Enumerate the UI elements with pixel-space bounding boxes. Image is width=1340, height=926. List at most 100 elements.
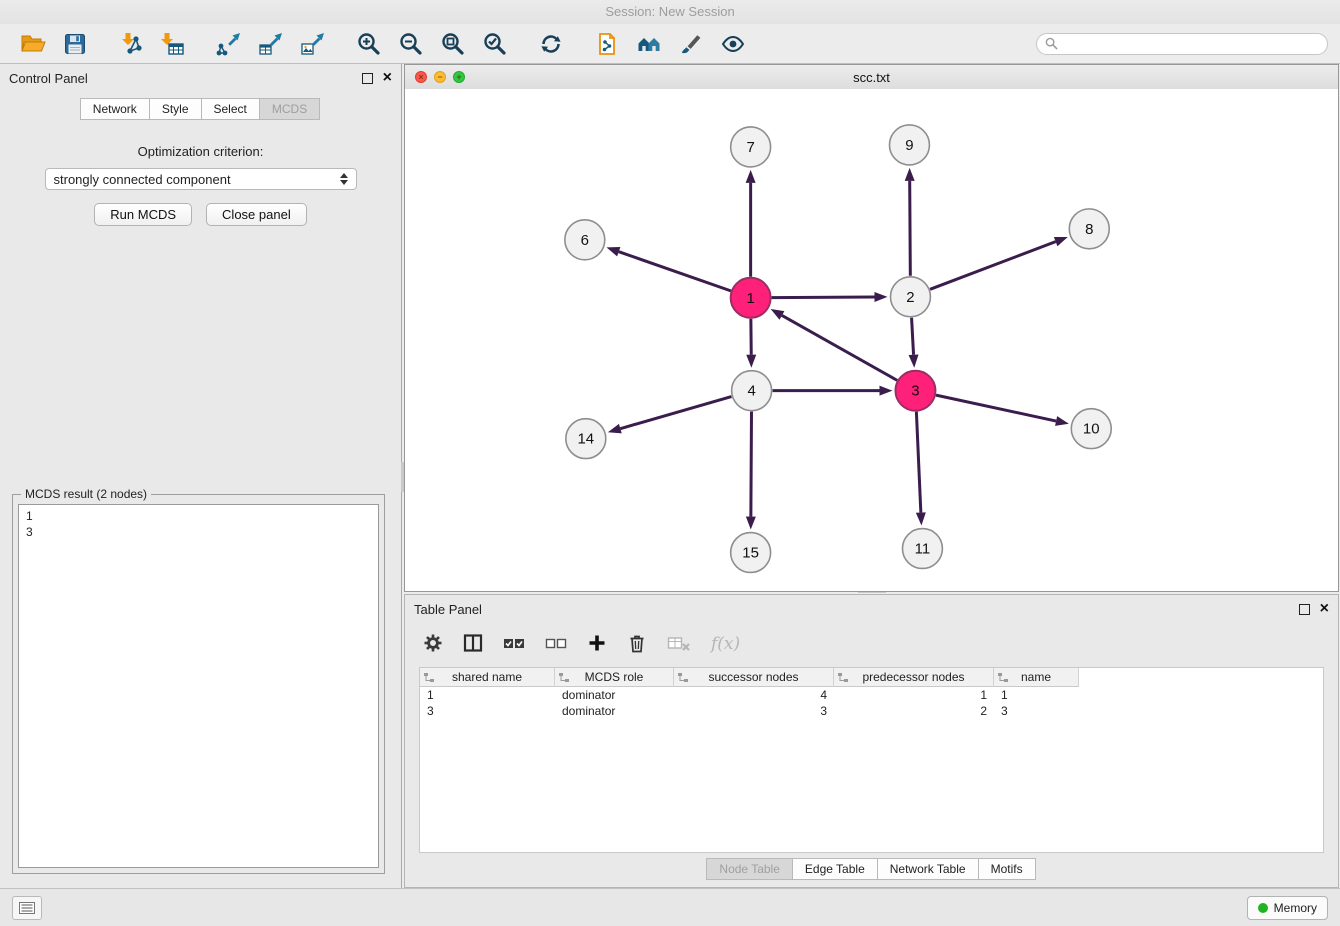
column-header-mcds-role[interactable]: MCDS role: [555, 668, 674, 687]
graph-node-15[interactable]: 15: [731, 533, 771, 573]
svg-text:9: 9: [905, 137, 913, 154]
column-header-predecessor-nodes[interactable]: predecessor nodes: [834, 668, 994, 687]
paint-brush-icon: [678, 31, 704, 57]
graph-node-8[interactable]: 8: [1069, 209, 1109, 249]
tab-edge-table[interactable]: Edge Table: [792, 858, 878, 880]
svg-text:10: 10: [1083, 421, 1100, 438]
table-row[interactable]: 3 dominator 3 2 3: [420, 703, 1323, 719]
zoom-out-icon: [398, 31, 424, 57]
graph-edge-2-9[interactable]: [910, 181, 911, 276]
graph-edge-1-6[interactable]: [619, 252, 731, 291]
graph-edge-1-2[interactable]: [772, 297, 875, 298]
control-panel-tabs: Network Style Select MCDS: [0, 98, 401, 120]
network-window-title: scc.txt: [853, 70, 890, 85]
show-all-button[interactable]: [628, 27, 670, 61]
export-table-button[interactable]: [250, 27, 292, 61]
graph-edge-2-3[interactable]: [912, 318, 914, 355]
network-canvas[interactable]: 1 2 3 4 6 7 8 9 10 11 14 15: [405, 89, 1338, 591]
svg-text:11: 11: [915, 541, 931, 558]
window-close-icon[interactable]: ×: [415, 71, 427, 83]
table-settings-button[interactable]: [423, 633, 443, 656]
float-panel-icon[interactable]: [362, 73, 373, 84]
save-floppy-icon: [62, 31, 88, 57]
task-history-button[interactable]: [12, 896, 42, 920]
export-network-button[interactable]: [208, 27, 250, 61]
column-header-successor-nodes[interactable]: successor nodes: [674, 668, 834, 687]
column-header-shared-name[interactable]: shared name: [420, 668, 555, 687]
apply-layout-button[interactable]: [530, 27, 572, 61]
column-type-icon: [423, 672, 435, 683]
select-all-button[interactable]: [503, 633, 525, 656]
criterion-select[interactable]: strongly connected component: [45, 168, 357, 190]
graph-edge-arrowhead: [874, 292, 887, 302]
import-table-button[interactable]: [152, 27, 194, 61]
zoom-in-button[interactable]: [348, 27, 390, 61]
graph-node-11[interactable]: 11: [902, 529, 942, 569]
show-columns-button[interactable]: [463, 633, 483, 656]
clear-selection-button[interactable]: [545, 633, 567, 656]
graph-node-6[interactable]: 6: [565, 220, 605, 260]
graph-edge-arrowhead: [916, 512, 926, 525]
tab-network-table[interactable]: Network Table: [877, 858, 979, 880]
close-panel-button[interactable]: Close panel: [206, 203, 307, 226]
close-table-panel-icon[interactable]: ×: [1320, 603, 1329, 615]
memory-button[interactable]: Memory: [1247, 896, 1328, 920]
graph-node-4[interactable]: 4: [732, 371, 772, 411]
network-graph: 1 2 3 4 6 7 8 9 10 11 14 15: [405, 89, 1338, 591]
add-column-button[interactable]: [587, 633, 607, 656]
tab-select[interactable]: Select: [201, 98, 260, 120]
memory-label: Memory: [1274, 901, 1317, 915]
zoom-out-button[interactable]: [390, 27, 432, 61]
graph-edge-3-10[interactable]: [936, 395, 1056, 421]
run-mcds-button[interactable]: Run MCDS: [94, 203, 192, 226]
show-hide-button[interactable]: [712, 27, 754, 61]
import-network-button[interactable]: [110, 27, 152, 61]
graph-node-2[interactable]: 2: [890, 277, 930, 317]
optimization-criterion-label: Optimization criterion:: [0, 144, 401, 159]
tab-style[interactable]: Style: [149, 98, 202, 120]
refresh-arrows-icon: [538, 31, 564, 57]
graph-node-14[interactable]: 14: [566, 419, 606, 459]
graph-edge-3-1[interactable]: [782, 315, 897, 380]
close-panel-icon[interactable]: ×: [383, 72, 392, 84]
graph-edge-4-14[interactable]: [620, 397, 731, 429]
zoom-selected-button[interactable]: [474, 27, 516, 61]
column-type-icon: [837, 672, 849, 683]
search-input[interactable]: [1058, 36, 1319, 52]
graph-edge-arrowhead: [606, 247, 620, 256]
eye-icon: [720, 31, 746, 57]
float-table-panel-icon[interactable]: [1299, 604, 1310, 615]
column-header-name[interactable]: name: [994, 668, 1079, 687]
tab-mcds[interactable]: MCDS: [259, 98, 320, 120]
graph-edge-2-8[interactable]: [930, 242, 1056, 290]
control-panel-header: Control Panel ×: [0, 64, 401, 92]
table-panel: Table Panel ×: [404, 594, 1339, 888]
new-network-from-selection-button[interactable]: [586, 27, 628, 61]
graph-edge-arrowhead: [1054, 237, 1068, 246]
mcds-result-list[interactable]: 1 3: [18, 504, 379, 868]
gear-icon: [423, 633, 443, 653]
table-panel-tabs: Node Table Edge Table Network Table Moti…: [405, 858, 1338, 880]
graph-edge-4-15[interactable]: [751, 412, 752, 517]
tab-node-table[interactable]: Node Table: [706, 858, 793, 880]
paint-style-button[interactable]: [670, 27, 712, 61]
table-row[interactable]: 1 dominator 4 1 1: [420, 687, 1323, 703]
tab-motifs[interactable]: Motifs: [978, 858, 1036, 880]
graph-node-3[interactable]: 3: [895, 371, 935, 411]
open-file-button[interactable]: [12, 27, 54, 61]
graph-node-1[interactable]: 1: [731, 278, 771, 318]
window-maximize-icon[interactable]: +: [453, 71, 465, 83]
save-session-button[interactable]: [54, 27, 96, 61]
graph-node-10[interactable]: 10: [1071, 409, 1111, 449]
control-panel-title: Control Panel: [9, 71, 88, 86]
delete-column-button[interactable]: [627, 633, 647, 656]
graph-edge-arrowhead: [879, 386, 892, 396]
tab-network[interactable]: Network: [80, 98, 150, 120]
graph-node-9[interactable]: 9: [889, 125, 929, 165]
graph-edge-3-11[interactable]: [916, 412, 920, 513]
export-image-button[interactable]: [292, 27, 334, 61]
window-minimize-icon[interactable]: −: [434, 71, 446, 83]
zoom-fit-button[interactable]: [432, 27, 474, 61]
import-table-icon: [160, 31, 186, 57]
graph-node-7[interactable]: 7: [731, 127, 771, 167]
